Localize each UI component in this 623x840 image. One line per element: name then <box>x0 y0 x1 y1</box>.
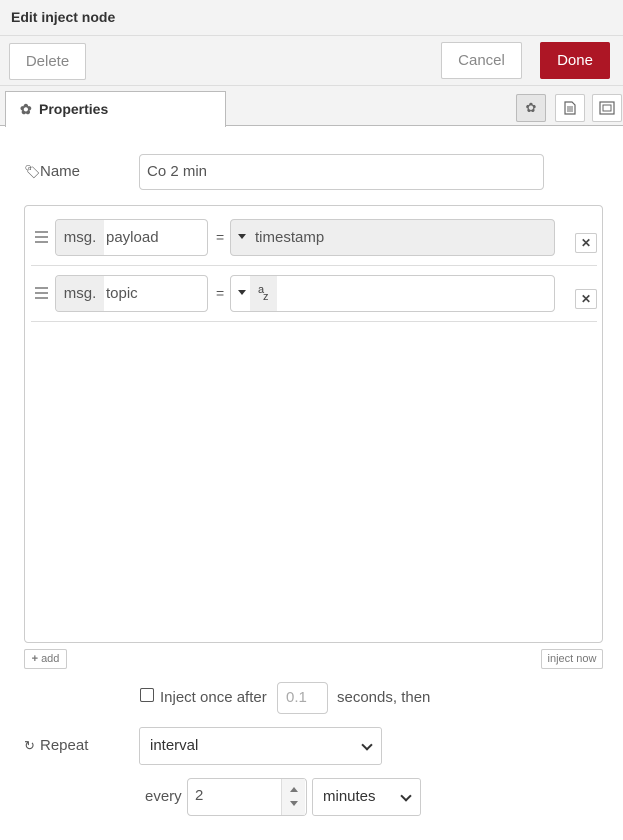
inject-now-button[interactable]: inject now <box>541 649 603 669</box>
appearance-icon <box>599 101 615 115</box>
drag-handle-icon[interactable] <box>35 231 48 246</box>
add-property-button[interactable]: + add <box>24 649 67 669</box>
tab-properties-label: Properties <box>39 101 109 117</box>
property-row: msg. payload = timestamp ✕ <box>31 210 597 266</box>
add-label: add <box>41 653 60 665</box>
repeat-label-text: Repeat <box>40 737 89 754</box>
equals-sign: = <box>216 229 225 245</box>
chevron-down-icon <box>400 790 412 802</box>
equals-sign: = <box>216 285 225 301</box>
cancel-button[interactable]: Cancel <box>441 42 522 79</box>
dialog-title: Edit inject node <box>0 0 623 36</box>
every-label: every <box>145 788 182 805</box>
property-value-input[interactable]: timestamp <box>230 219 555 256</box>
inject-once-checkbox[interactable] <box>140 688 154 702</box>
repeat-select-value: interval <box>150 737 199 754</box>
unit-select[interactable]: minutes <box>312 778 421 816</box>
msg-prefix: msg. <box>56 276 104 311</box>
property-key-value: payload <box>106 229 159 246</box>
stepper-up-icon[interactable] <box>290 787 298 792</box>
unit-select-value: minutes <box>323 788 376 805</box>
msg-prefix: msg. <box>56 220 104 255</box>
refresh-icon: ↻ <box>24 738 35 753</box>
caret-down-icon[interactable] <box>238 290 246 295</box>
delete-button[interactable]: Delete <box>9 43 86 80</box>
name-label-text: Name <box>40 163 81 180</box>
name-label: 🏷Name <box>24 163 80 180</box>
description-tab-button[interactable] <box>555 94 585 122</box>
properties-tab-button[interactable]: ✿ <box>516 94 546 122</box>
number-stepper[interactable] <box>281 779 305 815</box>
remove-row-button[interactable]: ✕ <box>575 289 597 309</box>
repeat-select[interactable]: interval <box>139 727 382 765</box>
property-value-text: timestamp <box>255 229 325 246</box>
chevron-down-icon <box>361 739 373 751</box>
appearance-tab-button[interactable] <box>592 94 622 122</box>
property-key-value: topic <box>106 285 138 302</box>
string-type-icon[interactable]: a z <box>250 276 277 311</box>
repeat-label: ↻ Repeat <box>24 737 88 754</box>
caret-down-icon[interactable] <box>238 234 246 239</box>
plus-icon: + <box>31 653 38 665</box>
seconds-then-label: seconds, then <box>337 689 431 706</box>
property-row: msg. topic = a z ✕ <box>31 266 597 322</box>
gear-icon: ✿ <box>525 100 537 115</box>
property-list: msg. payload = timestamp ✕ msg. topic = … <box>24 205 603 643</box>
property-value-input[interactable]: a z <box>230 275 555 312</box>
name-input[interactable]: Co 2 min <box>139 154 544 190</box>
tag-icon: 🏷 <box>24 164 41 179</box>
remove-row-button[interactable]: ✕ <box>575 233 597 253</box>
inject-once-label: Inject once after <box>160 689 267 706</box>
tabs-bar: ✿ Properties ✿ <box>0 86 623 127</box>
property-key-input[interactable]: msg. topic <box>55 275 208 312</box>
done-button[interactable]: Done <box>540 42 610 79</box>
gear-icon: ✿ <box>20 101 32 117</box>
stepper-down-icon[interactable] <box>290 801 298 806</box>
string-type-glyph-z: z <box>263 291 269 303</box>
property-key-input[interactable]: msg. payload <box>55 219 208 256</box>
inject-delay-input[interactable]: 0.1 <box>277 682 328 714</box>
dialog-toolbar: Delete Cancel Done <box>0 36 623 86</box>
description-icon <box>564 101 576 115</box>
drag-handle-icon[interactable] <box>35 287 48 302</box>
tab-properties[interactable]: ✿ Properties <box>5 91 226 127</box>
